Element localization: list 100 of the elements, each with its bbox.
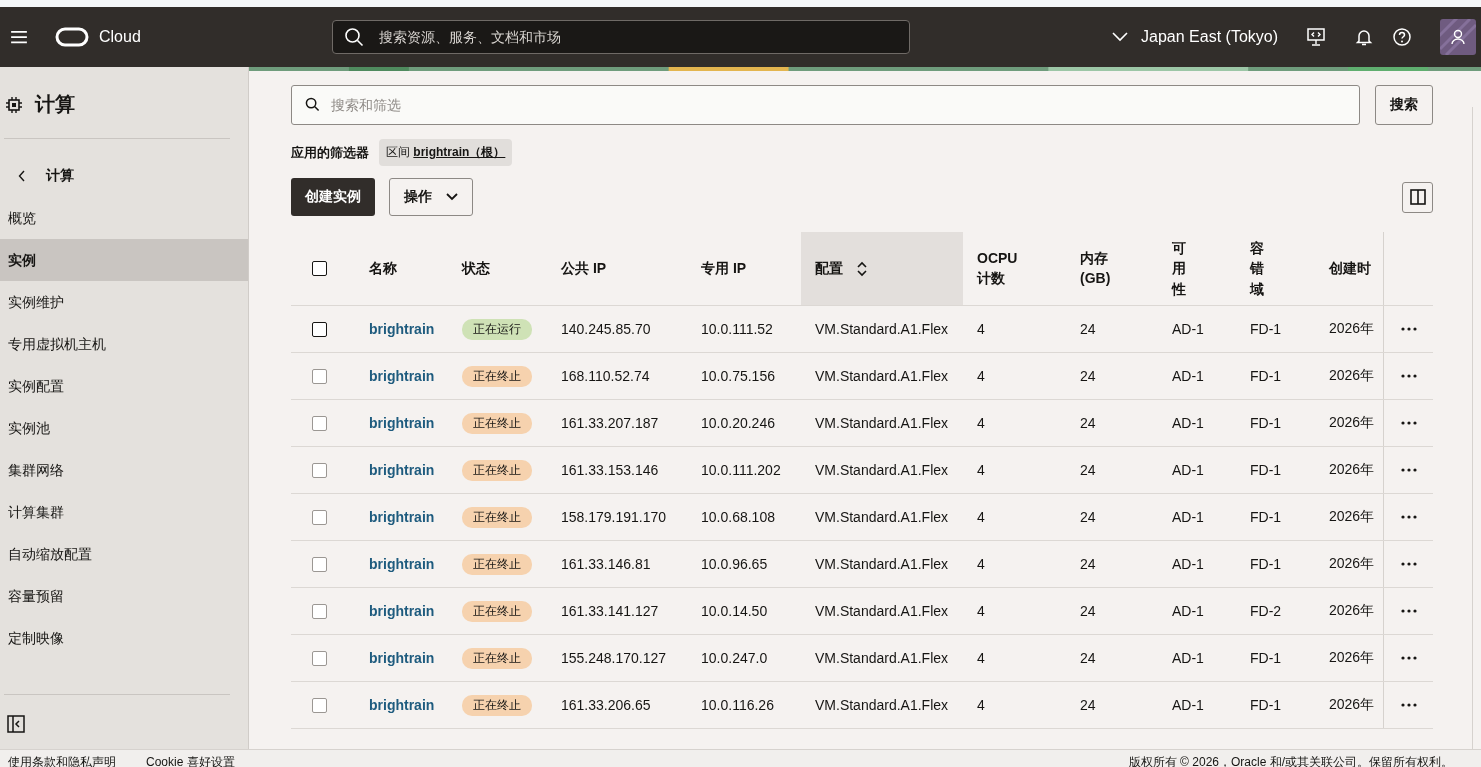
footer-link[interactable]: Cookie 喜好设置	[146, 750, 235, 767]
sort-icon	[857, 260, 867, 277]
row-checkbox[interactable]	[312, 556, 327, 572]
table-cell: 10.0.247.0	[701, 650, 768, 666]
table-cell: 10.0.68.108	[701, 509, 775, 525]
menu-icon[interactable]	[10, 30, 28, 44]
table-cell: AD-1	[1172, 697, 1204, 713]
table-cell: FD-1	[1250, 697, 1282, 713]
table-cell: FD-1	[1250, 462, 1282, 478]
column-header[interactable]: 配置	[801, 232, 963, 305]
instance-link[interactable]: brightrain	[369, 368, 435, 384]
column-header[interactable]: 创建时	[1315, 232, 1383, 305]
columns-icon	[1409, 189, 1426, 205]
sidebar-item[interactable]: 实例	[0, 239, 248, 281]
table-cell: VM.Standard.A1.Flex	[815, 697, 949, 713]
instance-link[interactable]: brightrain	[369, 321, 435, 337]
table-cell: 24	[1080, 462, 1096, 478]
table-cell: 2026年	[1329, 320, 1375, 338]
table-cell: FD-1	[1250, 650, 1282, 666]
row-checkbox[interactable]	[312, 650, 327, 666]
sidebar-item[interactable]: 实例池	[0, 407, 248, 449]
collapse-panel-icon[interactable]	[7, 715, 25, 733]
table-cell: 4	[977, 509, 985, 525]
sidebar-item[interactable]: 实例维护	[0, 281, 248, 323]
search-filter-field[interactable]: 搜索和筛选	[291, 85, 1360, 125]
instance-link[interactable]: brightrain	[369, 509, 435, 525]
table-cell: 168.110.52.74	[561, 368, 650, 384]
sidebar-item[interactable]: 集群网络	[0, 449, 248, 491]
sidebar-item[interactable]: 容量预留	[0, 575, 248, 617]
column-header[interactable]: 专用 IP	[687, 232, 801, 305]
table-cell: AD-1	[1172, 415, 1204, 431]
table-cell: 2026年	[1329, 461, 1375, 479]
create-instance-button[interactable]: 创建实例	[291, 178, 375, 216]
table-cell: 10.0.111.202	[701, 462, 781, 478]
table-cell: 2026年	[1329, 508, 1375, 526]
instance-link[interactable]: brightrain	[369, 603, 435, 619]
column-view-button[interactable]	[1402, 181, 1433, 213]
oval-logo-icon[interactable]	[55, 27, 89, 47]
table-cell: FD-1	[1250, 321, 1282, 337]
table-cell: 4	[977, 556, 985, 572]
search-button[interactable]: 搜索	[1375, 85, 1433, 125]
avatar-icon[interactable]	[1440, 19, 1476, 55]
table-cell: 10.0.14.50	[701, 603, 768, 619]
select-all-checkbox[interactable]	[312, 261, 327, 276]
column-header[interactable]: 名称	[355, 232, 448, 305]
status-badge: 正在运行	[462, 318, 532, 340]
column-header[interactable]: 可用性	[1158, 232, 1236, 305]
sidebar-item[interactable]: 实例配置	[0, 365, 248, 407]
chevron-left-icon	[18, 170, 26, 182]
table-cell: 4	[977, 368, 985, 384]
column-header[interactable]: 内存 (GB)	[1066, 232, 1158, 305]
ellipsis-icon	[1400, 468, 1417, 472]
ellipsis-icon	[1400, 515, 1417, 519]
column-header[interactable]: 容错域	[1236, 232, 1315, 305]
column-header[interactable]: 状态	[448, 232, 547, 305]
sidebar-item[interactable]: 概览	[0, 197, 248, 239]
sidebar-item[interactable]: 定制映像	[0, 617, 248, 659]
sidebar-item[interactable]: 计算集群	[0, 491, 248, 533]
instance-link[interactable]: brightrain	[369, 650, 435, 666]
status-badge: 正在终止	[462, 553, 532, 575]
instance-link[interactable]: brightrain	[369, 697, 435, 713]
filter-chip[interactable]: 区间 brightrain（根）	[379, 139, 513, 166]
table-cell: FD-1	[1250, 415, 1282, 431]
region-selector[interactable]: Japan East (Tokyo)	[1112, 28, 1278, 46]
row-checkbox[interactable]	[312, 321, 327, 337]
table-cell: 161.33.153.146	[561, 462, 659, 478]
actions-menu-button[interactable]: 操作	[389, 178, 473, 216]
row-checkbox[interactable]	[312, 509, 327, 525]
table-cell: 158.179.191.170	[561, 509, 667, 525]
help-icon[interactable]	[1392, 27, 1412, 47]
back-link[interactable]: 计算	[0, 139, 248, 197]
table-cell: AD-1	[1172, 556, 1204, 572]
instance-link[interactable]: brightrain	[369, 462, 435, 478]
table-cell: VM.Standard.A1.Flex	[815, 509, 949, 525]
table-cell: FD-1	[1250, 509, 1282, 525]
column-header[interactable]: 公共 IP	[547, 232, 687, 305]
column-header[interactable]: OCPU 计数	[963, 232, 1027, 305]
status-badge: 正在终止	[462, 365, 532, 387]
row-checkbox[interactable]	[312, 603, 327, 619]
instance-link[interactable]: brightrain	[369, 556, 435, 572]
row-checkbox[interactable]	[312, 462, 327, 478]
instance-link[interactable]: brightrain	[369, 415, 435, 431]
search-icon	[305, 97, 320, 112]
table-cell: FD-2	[1250, 603, 1282, 619]
table-cell: 10.0.20.246	[701, 415, 775, 431]
chevron-down-icon	[446, 193, 458, 201]
applied-filters-label: 应用的筛选器	[291, 143, 369, 162]
row-checkbox[interactable]	[312, 697, 327, 713]
row-checkbox[interactable]	[312, 415, 327, 431]
ellipsis-icon	[1400, 656, 1417, 660]
table-cell: 4	[977, 603, 985, 619]
table-cell: 2026年	[1329, 649, 1375, 667]
global-search-field[interactable]: 搜索资源、服务、文档和市场	[331, 20, 910, 54]
row-checkbox[interactable]	[312, 368, 327, 384]
table-cell: VM.Standard.A1.Flex	[815, 321, 949, 337]
monitor-code-icon[interactable]	[1306, 27, 1326, 47]
footer-link[interactable]: 使用条款和隐私声明	[8, 750, 116, 767]
bell-icon[interactable]	[1354, 27, 1374, 47]
sidebar-item[interactable]: 自动缩放配置	[0, 533, 248, 575]
sidebar-item[interactable]: 专用虚拟机主机	[0, 323, 248, 365]
